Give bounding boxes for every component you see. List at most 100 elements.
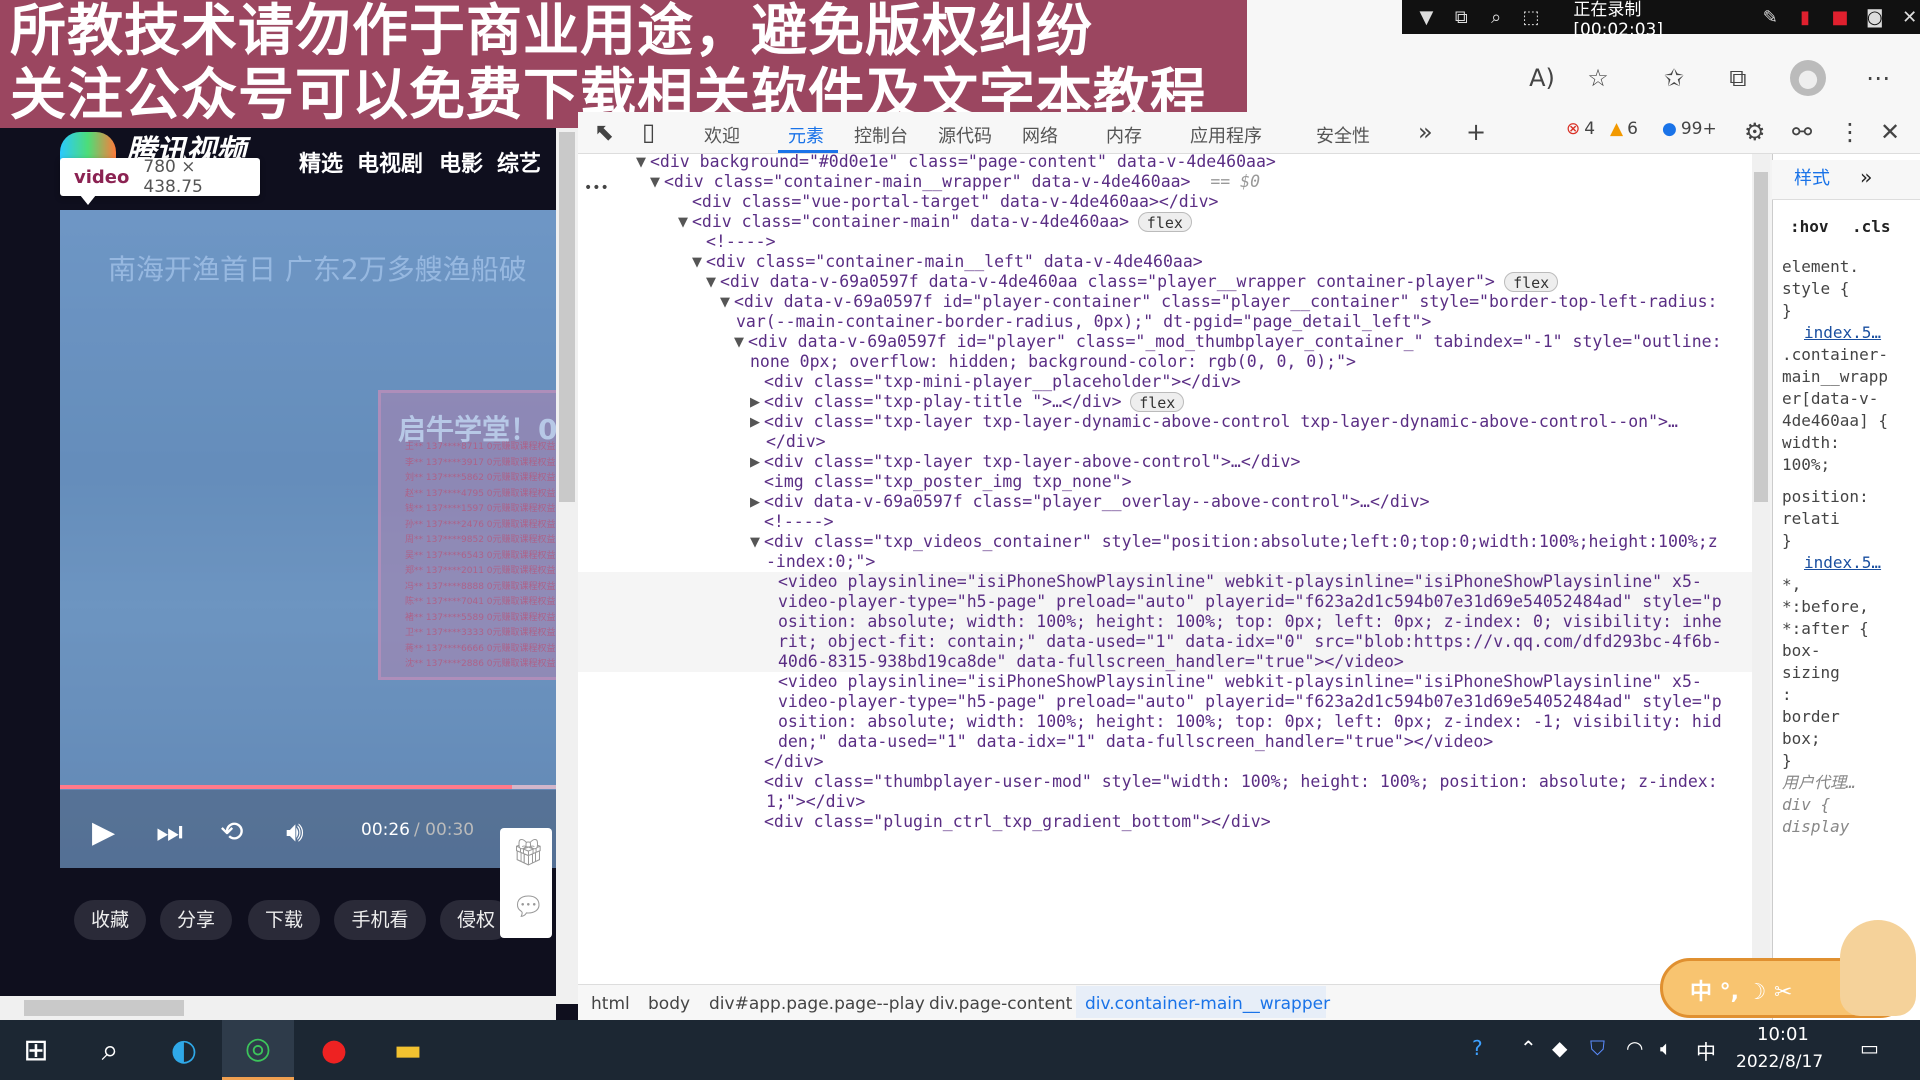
dom-tree-panel[interactable]: ▼ <div background="#0d0e1e" class="page-c… bbox=[578, 154, 1758, 984]
nav-item-variety[interactable]: 综艺 bbox=[497, 146, 541, 178]
read-aloud-icon[interactable]: A) bbox=[1524, 60, 1560, 96]
favorite-button[interactable]: 收藏 bbox=[74, 900, 146, 940]
security-shield-icon[interactable]: ⛉ bbox=[1590, 1036, 1605, 1060]
dom-vertical-scroll-thumb[interactable] bbox=[1754, 172, 1768, 502]
region-icon[interactable]: ⬚ bbox=[1521, 7, 1542, 28]
pause-icon[interactable]: ▮ bbox=[1795, 7, 1816, 28]
tab-security[interactable]: 安全性 bbox=[1316, 122, 1370, 148]
windows-start-icon[interactable]: ⊞ bbox=[0, 1020, 72, 1080]
page-vertical-scroll-thumb[interactable] bbox=[559, 132, 575, 502]
feedback-icon[interactable]: 💬︎ bbox=[512, 892, 545, 922]
breadcrumb-html[interactable]: html bbox=[591, 994, 630, 1014]
gift-icon[interactable]: 🎁︎ bbox=[512, 838, 545, 868]
dom-node-line[interactable]: <div class="plugin_ctrl_txp_gradient_bot… bbox=[764, 810, 1271, 834]
input-language-indicator[interactable]: 中 bbox=[1696, 1036, 1716, 1065]
collapse-arrow-icon[interactable]: ▼ bbox=[734, 335, 744, 350]
device-emulation-icon[interactable]: ▯ bbox=[642, 118, 655, 146]
dom-node-line[interactable]: <div class="txp_videos_container" style=… bbox=[764, 530, 1718, 554]
clock-date[interactable]: 2022/8/17 bbox=[1736, 1052, 1823, 1072]
flex-badge[interactable]: flex bbox=[1137, 212, 1192, 232]
breadcrumb-app[interactable]: div#app.page.page--play bbox=[709, 994, 925, 1014]
breadcrumb-container-main-wrapper[interactable]: div.container-main__wrapper bbox=[1085, 994, 1330, 1014]
devtools-close-icon[interactable]: ✕ bbox=[1880, 118, 1900, 146]
tab-application[interactable]: 应用程序 bbox=[1190, 122, 1262, 148]
clock-time[interactable]: 10:01 bbox=[1757, 1024, 1809, 1045]
tab-sources[interactable]: 源代码 bbox=[938, 122, 992, 148]
expand-arrow-icon[interactable]: ▶ bbox=[750, 455, 760, 470]
tray-expand-icon[interactable]: ⌃ bbox=[1520, 1036, 1537, 1060]
collapse-arrow-icon[interactable]: ▼ bbox=[706, 275, 716, 290]
devtools-more-icon[interactable]: ⋮ bbox=[1838, 118, 1862, 146]
warning-badge[interactable]: ▲ 6 bbox=[1610, 119, 1638, 139]
tab-styles[interactable]: 样式 bbox=[1794, 168, 1830, 190]
share-button[interactable]: 分享 bbox=[160, 900, 232, 940]
stop-icon[interactable]: ■ bbox=[1830, 7, 1851, 28]
style-source-link[interactable]: index.5… bbox=[1804, 322, 1881, 344]
volume-icon[interactable]: 🔊︎ bbox=[286, 815, 304, 849]
flex-badge[interactable]: flex bbox=[1130, 392, 1185, 412]
collapse-arrow-icon[interactable]: ▼ bbox=[720, 295, 730, 310]
tab-console[interactable]: 控制台 bbox=[854, 122, 908, 148]
nav-item-featured[interactable]: 精选 bbox=[299, 146, 343, 178]
collapse-arrow-icon[interactable]: ▼ bbox=[678, 215, 688, 230]
expand-arrow-icon[interactable]: ▶ bbox=[750, 495, 760, 510]
collapse-arrow-icon[interactable]: ▼ bbox=[650, 175, 660, 190]
style-source-link[interactable]: index.5… bbox=[1804, 552, 1881, 574]
more-menu-icon[interactable]: ⋯ bbox=[1860, 60, 1896, 96]
dom-node-line[interactable]: <div class="thumbplayer-user-mod" style=… bbox=[764, 770, 1718, 794]
collapse-arrow-icon[interactable]: ▼ bbox=[750, 535, 760, 550]
expand-arrow-icon[interactable]: ▶ bbox=[750, 415, 760, 430]
zoom-icon[interactable]: ⌕ bbox=[1486, 7, 1507, 28]
next-icon[interactable]: ⏭ bbox=[156, 815, 183, 850]
wechat-icon[interactable]: ◎ bbox=[222, 1020, 294, 1080]
tab-memory[interactable]: 内存 bbox=[1106, 122, 1142, 148]
download-button[interactable]: 下载 bbox=[248, 900, 320, 940]
search-icon[interactable]: ⌕ bbox=[74, 1020, 146, 1080]
settings-icon[interactable]: ⚙ bbox=[1744, 118, 1766, 146]
tab-welcome[interactable]: 欢迎 bbox=[704, 122, 740, 148]
help-icon[interactable]: ? bbox=[1472, 1036, 1483, 1060]
file-explorer-icon[interactable]: ▬ bbox=[372, 1020, 444, 1080]
volume-muted-icon[interactable]: 🔈︎ bbox=[1660, 1036, 1672, 1060]
dom-node-line[interactable]: <div data-v-69a0597f class="player__over… bbox=[764, 490, 1430, 514]
dropdown-icon[interactable]: ▼ bbox=[1416, 7, 1437, 28]
page-horizontal-scroll-thumb[interactable] bbox=[24, 1000, 184, 1016]
qq-icon[interactable]: ◆ bbox=[1552, 1036, 1567, 1060]
nav-item-movies[interactable]: 电影 bbox=[439, 146, 483, 178]
collapse-arrow-icon[interactable]: ▼ bbox=[692, 255, 702, 270]
tab-network[interactable]: 网络 bbox=[1022, 122, 1058, 148]
flex-badge[interactable]: flex bbox=[1504, 272, 1559, 292]
pen-icon[interactable]: ✎ bbox=[1760, 7, 1781, 28]
dom-ellipsis-icon[interactable]: ••• bbox=[584, 180, 609, 196]
wifi-icon[interactable]: ◠ bbox=[1626, 1036, 1643, 1060]
watch-on-phone-button[interactable]: 手机看 bbox=[334, 900, 426, 940]
issues-badge[interactable]: ● 99+ bbox=[1662, 119, 1717, 139]
connect-icon[interactable]: ⚯ bbox=[1792, 118, 1812, 146]
notification-icon[interactable]: ▭ bbox=[1860, 1036, 1879, 1060]
loop-icon[interactable]: ⟲ bbox=[220, 815, 243, 848]
edge-browser-icon[interactable]: ◐ bbox=[148, 1020, 220, 1080]
camera-icon[interactable]: ◙ bbox=[1864, 7, 1885, 28]
styles-more-icon[interactable]: » bbox=[1860, 166, 1872, 188]
favorites-icon[interactable]: ✩ bbox=[1656, 60, 1692, 96]
dom-node-line[interactable]: den;" data-used="1" data-idx="1" data-fu… bbox=[778, 730, 1493, 754]
class-filter[interactable]: .cls bbox=[1852, 216, 1891, 238]
play-icon[interactable]: ▶ bbox=[92, 815, 115, 850]
collapse-arrow-icon[interactable]: ▼ bbox=[636, 155, 646, 170]
breadcrumb-body[interactable]: body bbox=[648, 994, 690, 1014]
collections-icon[interactable]: ⧉ bbox=[1720, 60, 1756, 96]
window-icon[interactable]: ⧉ bbox=[1451, 7, 1472, 28]
add-tab-icon[interactable]: + bbox=[1466, 118, 1486, 146]
error-badge[interactable]: ⊗ 4 bbox=[1566, 119, 1595, 139]
recorder-app-icon[interactable]: ● bbox=[298, 1020, 370, 1080]
breadcrumb-page-content[interactable]: div.page-content bbox=[929, 994, 1072, 1014]
inspect-element-icon[interactable]: ⬉ bbox=[594, 118, 614, 146]
hover-filter[interactable]: :hov bbox=[1790, 216, 1829, 238]
tab-elements[interactable]: 元素 bbox=[788, 122, 824, 148]
close-icon[interactable]: ✕ bbox=[1899, 7, 1920, 28]
profile-avatar[interactable]: ● bbox=[1790, 60, 1826, 96]
more-tabs-icon[interactable]: » bbox=[1418, 118, 1433, 146]
dom-node-line[interactable]: <div class="txp-layer txp-layer-dynamic-… bbox=[764, 410, 1678, 434]
nav-item-tv[interactable]: 电视剧 bbox=[357, 146, 423, 178]
expand-arrow-icon[interactable]: ▶ bbox=[750, 395, 760, 410]
